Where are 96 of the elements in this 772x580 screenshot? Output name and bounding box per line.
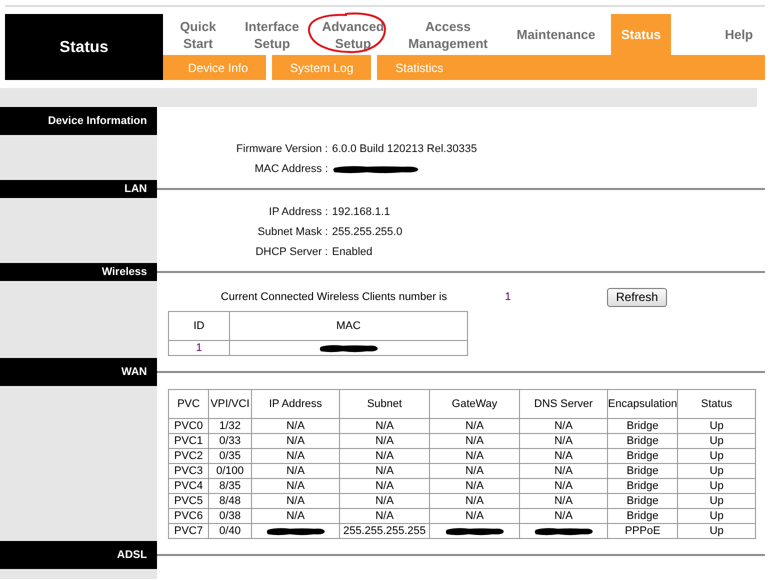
- nav-tab[interactable]: Help: [678, 14, 765, 55]
- table-cell: N/A: [430, 434, 520, 448]
- table-cell: PPPoE: [608, 524, 678, 538]
- table-cell: PVC0: [168, 418, 208, 434]
- table-cell: PVC5: [168, 494, 208, 508]
- table-cell: 0/38: [208, 508, 252, 524]
- table-cell: N/A: [340, 448, 430, 464]
- nav-tab[interactable]: Maintenance: [501, 14, 611, 55]
- field-label: DHCP Server :: [254, 246, 329, 258]
- table-cell: 0/33: [208, 434, 252, 448]
- table-cell: N/A: [520, 494, 608, 508]
- table-cell: N/A: [252, 448, 340, 464]
- table-cell: Up: [678, 524, 756, 538]
- section-header: WAN: [0, 358, 157, 386]
- column-header: Subnet: [340, 390, 430, 418]
- field-label: IP Address :: [268, 206, 329, 218]
- nav-tab[interactable]: Interface Setup: [233, 14, 311, 55]
- nav-tab[interactable]: Advanced Setup: [311, 14, 395, 55]
- table-cell: Bridge: [608, 448, 678, 464]
- table-cell: N/A: [430, 464, 520, 478]
- table-cell: 8/35: [208, 478, 252, 494]
- table-cell: N/A: [430, 418, 520, 434]
- table-cell: Bridge: [608, 478, 678, 494]
- table-cell: N/A: [430, 494, 520, 508]
- table-cell: Bridge: [608, 508, 678, 524]
- column-header: GateWay: [430, 390, 520, 418]
- table-cell: N/A: [340, 494, 430, 508]
- table-cell: PVC3: [168, 464, 208, 478]
- table-cell: 0/35: [208, 448, 252, 464]
- column-header: IP Address: [252, 390, 340, 418]
- table-cell: N/A: [430, 478, 520, 494]
- table-cell: Bridge: [608, 434, 678, 448]
- table-cell: N/A: [252, 418, 340, 434]
- table-cell: Up: [678, 434, 756, 448]
- nav-tab[interactable]: Access Management: [395, 14, 501, 55]
- section-header: ADSL: [0, 541, 157, 569]
- refresh-button[interactable]: Refresh: [607, 288, 668, 306]
- table-cell: PVC6: [168, 508, 208, 524]
- table-cell: N/A: [340, 464, 430, 478]
- table-cell: Up: [678, 464, 756, 478]
- field-label: Firmware Version :: [235, 143, 329, 155]
- clients-label: Current Connected Wireless Clients number is: [220, 291, 447, 303]
- table-cell: N/A: [520, 508, 608, 524]
- table-cell: Up: [678, 494, 756, 508]
- page-title: Status: [5, 14, 163, 80]
- table-cell: Up: [678, 418, 756, 434]
- table-cell: N/A: [430, 448, 520, 464]
- field-value: 255.255.255.0: [332, 226, 402, 238]
- nav-tab[interactable]: Quick Start: [163, 14, 233, 55]
- table-cell: N/A: [520, 448, 608, 464]
- table-cell: PVC7: [168, 524, 208, 538]
- table-cell: 1: [168, 340, 230, 356]
- column-header: Encapsulation: [608, 390, 678, 418]
- field-value: 192.168.1.1: [332, 206, 390, 218]
- table-cell: Bridge: [608, 418, 678, 434]
- table-cell: Up: [678, 478, 756, 494]
- table-cell: N/A: [340, 434, 430, 448]
- field-label: MAC Address :: [254, 163, 329, 175]
- table-cell: 8/48: [208, 494, 252, 508]
- table-cell: 1/32: [208, 418, 252, 434]
- section-header: LAN: [0, 180, 157, 198]
- clients-count: 1: [504, 291, 511, 303]
- table-cell: N/A: [252, 508, 340, 524]
- table-cell: PVC2: [168, 448, 208, 464]
- table-cell: N/A: [340, 478, 430, 494]
- table-cell: Up: [678, 448, 756, 464]
- column-header: ID: [168, 312, 230, 340]
- column-header: VPI/VCI: [208, 390, 252, 418]
- table-cell: N/A: [252, 494, 340, 508]
- table-cell: N/A: [520, 478, 608, 494]
- table-cell: N/A: [430, 508, 520, 524]
- table-cell: N/A: [520, 464, 608, 478]
- table-cell: 255.255.255.255: [340, 524, 430, 538]
- table-cell: Bridge: [608, 464, 678, 478]
- column-header: PVC: [168, 390, 208, 418]
- column-header: MAC: [230, 312, 468, 340]
- table-cell: N/A: [340, 508, 430, 524]
- table-cell: N/A: [340, 418, 430, 434]
- table-cell: 0/40: [208, 524, 252, 538]
- table-cell: PVC4: [168, 478, 208, 494]
- field-value: Enabled: [332, 246, 372, 258]
- table-cell: N/A: [252, 464, 340, 478]
- table-cell: N/A: [520, 434, 608, 448]
- table-cell: N/A: [252, 434, 340, 448]
- section-header: Wireless: [0, 263, 157, 281]
- column-header: DNS Server: [520, 390, 608, 418]
- field-label: Subnet Mask :: [256, 226, 329, 238]
- column-header: Status: [678, 390, 756, 418]
- table-cell: Up: [678, 508, 756, 524]
- table-cell: 0/100: [208, 464, 252, 478]
- table-cell: N/A: [520, 418, 608, 434]
- table-cell: Bridge: [608, 494, 678, 508]
- table-cell: N/A: [252, 478, 340, 494]
- field-value: 6.0.0 Build 120213 Rel.30335: [332, 143, 477, 155]
- table-cell: PVC1: [168, 434, 208, 448]
- section-header: Device Information: [0, 107, 157, 135]
